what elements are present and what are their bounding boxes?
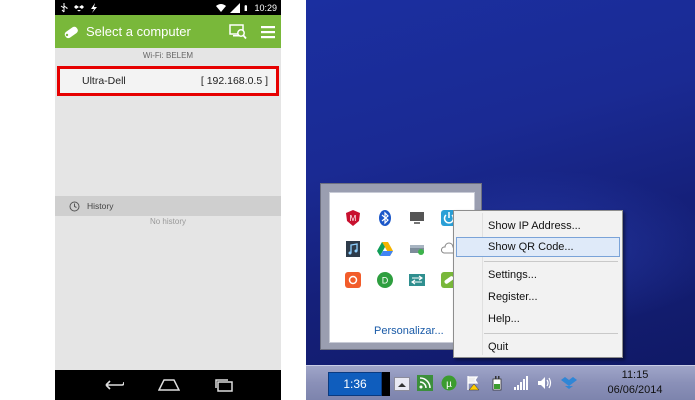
lightning-icon [91, 2, 97, 13]
computer-ip: [ 192.168.0.5 ] [200, 75, 268, 87]
recents-icon[interactable] [214, 378, 234, 392]
menu-item-show-ip-address[interactable]: Show IP Address... [456, 216, 620, 236]
back-icon[interactable] [102, 379, 124, 391]
network-signal-icon[interactable] [513, 375, 529, 391]
tray-context-menu: Show IP Address... Show QR Code... Setti… [453, 210, 623, 358]
dropbox-icon [74, 4, 84, 11]
mcafee-icon[interactable]: M [344, 209, 362, 227]
wifi-network-label: Wi-Fi: BELEM [142, 51, 194, 60]
computer-list-item[interactable]: Ultra-Dell [ 192.168.0.5 ] [57, 66, 279, 96]
android-nav-bar [55, 370, 281, 400]
android-phone-screen: 10:29 Select a computer Wi-Fi: BELEM Ult… [55, 0, 281, 400]
screenshot-composite: 10:29 Select a computer Wi-Fi: BELEM Ult… [0, 0, 695, 400]
utorrent-icon[interactable]: µ [441, 375, 457, 391]
clock-time: 11:15 [621, 369, 649, 381]
menu-separator [484, 261, 618, 262]
status-bar: 10:29 [55, 0, 281, 15]
system-clock[interactable]: 11:15 06/06/2014 [600, 368, 670, 398]
computer-name: Ultra-Dell [82, 75, 126, 87]
svg-text:M: M [350, 214, 357, 223]
menu-item-help[interactable]: Help... [456, 309, 620, 329]
menu-item-settings[interactable]: Settings... [456, 265, 620, 285]
menu-separator [484, 333, 618, 334]
svg-text:D: D [382, 276, 389, 286]
google-drive-icon[interactable] [376, 240, 394, 258]
dropbox-tray-icon[interactable] [561, 375, 577, 391]
feed-icon[interactable] [417, 375, 433, 391]
drive-sync-icon[interactable] [408, 240, 426, 258]
network-transfer-icon[interactable] [408, 271, 426, 289]
home-icon[interactable] [158, 378, 180, 392]
display-icon[interactable] [408, 209, 426, 227]
power-plug-icon[interactable] [489, 375, 505, 391]
show-hidden-icons-button[interactable] [394, 377, 410, 391]
action-center-warning-icon[interactable] [465, 375, 481, 391]
app-title: Select a computer [86, 24, 191, 39]
usb-icon [60, 2, 68, 12]
windows-desktop: M D Personalizar... Show IP Address... S… [306, 0, 695, 400]
music-icon[interactable] [344, 240, 362, 258]
taskbar-app-edge [382, 372, 390, 396]
identity-icon[interactable]: D [376, 271, 394, 289]
volume-icon[interactable] [537, 375, 553, 391]
svg-text:µ: µ [446, 379, 452, 390]
instagram-icon[interactable] [344, 271, 362, 289]
taskbar-app-button[interactable]: 1:36 [328, 372, 382, 396]
bluetooth-icon[interactable] [376, 209, 394, 227]
signal-icon [230, 2, 241, 13]
history-label: History [87, 201, 114, 211]
menu-item-register[interactable]: Register... [456, 287, 620, 307]
search-computer-icon[interactable] [229, 23, 247, 40]
clock-date: 06/06/2014 [607, 384, 663, 396]
chevron-up-icon [398, 383, 406, 387]
app-bar: Select a computer [55, 15, 281, 48]
menu-item-show-qr-code[interactable]: Show QR Code... [456, 237, 620, 257]
wifi-icon [216, 3, 227, 12]
battery-icon [245, 4, 248, 11]
menu-item-quit[interactable]: Quit [456, 337, 620, 357]
taskbar: 1:36 µ 11:15 06/06/2014 [306, 365, 695, 400]
no-history-text: No history [149, 217, 186, 226]
status-time: 10:29 [254, 2, 277, 13]
clock-icon [69, 201, 80, 211]
menu-icon[interactable] [261, 25, 275, 39]
history-header: History [55, 196, 281, 216]
app-logo-icon [64, 26, 78, 38]
